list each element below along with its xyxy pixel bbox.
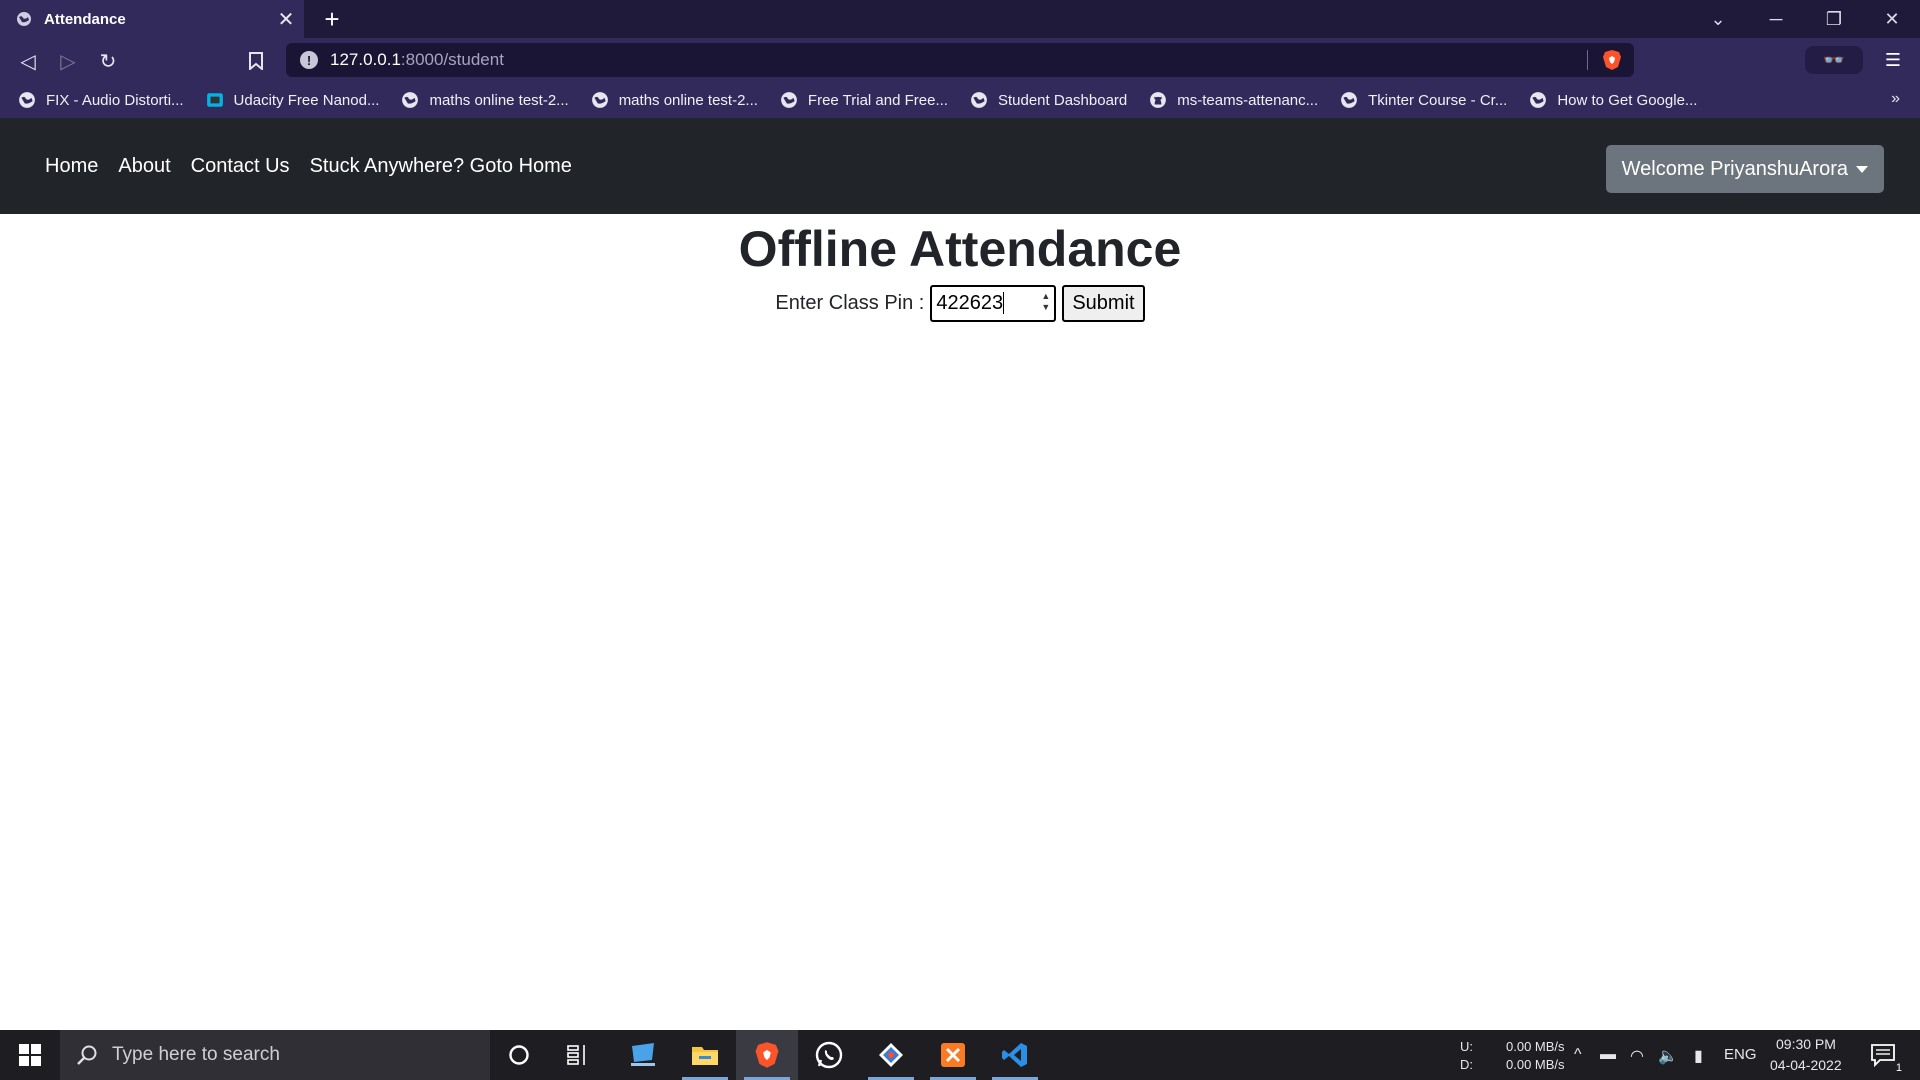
browser-toolbar: ◁ ▷ ↻ ! 127.0.0.1:8000/student 👓 ☰: [0, 38, 1920, 82]
whatsapp-icon[interactable]: [798, 1030, 860, 1080]
submit-button[interactable]: Submit: [1062, 284, 1145, 322]
bookmark-item[interactable]: maths online test-2...: [401, 91, 569, 109]
notifications-icon[interactable]: 1: [1852, 1030, 1914, 1080]
restore-icon[interactable]: ❐: [1806, 0, 1862, 38]
brave-shields-icon[interactable]: [1602, 49, 1622, 71]
tab-title: Attendance: [44, 10, 126, 28]
wifi-icon[interactable]: ◠: [1630, 1046, 1644, 1066]
battery-icon[interactable]: ▮: [1694, 1046, 1703, 1066]
search-placeholder: Type here to search: [112, 1044, 280, 1065]
clock-time[interactable]: 09:30 PM: [1776, 1036, 1836, 1052]
main-content: Offline Attendance Enter Class Pin : 422…: [0, 214, 1920, 326]
udacity-icon: [206, 93, 223, 107]
globe-icon: [971, 92, 987, 108]
site-info-icon[interactable]: !: [300, 51, 318, 69]
search-icon: [77, 1045, 97, 1065]
forward-icon[interactable]: ▷: [52, 45, 84, 77]
net-down-label: D:: [1460, 1057, 1473, 1072]
cortana-icon[interactable]: [488, 1030, 550, 1080]
vscode-icon[interactable]: [984, 1030, 1046, 1080]
language-indicator[interactable]: ENG: [1724, 1046, 1757, 1063]
net-up-label: U:: [1460, 1039, 1473, 1054]
text-cursor: [1003, 292, 1005, 314]
bookmark-item[interactable]: Tkinter Course - Cr...: [1340, 91, 1507, 109]
class-pin-input[interactable]: 422623 ▲ ▼: [930, 284, 1057, 322]
address-bar[interactable]: ! 127.0.0.1:8000/student: [286, 43, 1634, 77]
reload-icon[interactable]: ↻: [92, 45, 124, 77]
windows-start-icon[interactable]: [0, 1030, 60, 1080]
notification-count: 1: [1893, 1062, 1904, 1074]
url-divider: [1587, 50, 1588, 70]
globe-icon: [1341, 92, 1358, 108]
git-kraken-icon[interactable]: [860, 1030, 922, 1080]
net-up-speed: 0.00 MB/s: [1506, 1039, 1565, 1054]
welcome-dropdown[interactable]: Welcome PriyanshuArora: [1605, 145, 1884, 193]
globe-icon: [1530, 92, 1547, 108]
pin-value: 422623: [936, 291, 1004, 314]
bookmark-item[interactable]: ms-teams-attenanc...: [1149, 91, 1318, 109]
volume-icon[interactable]: 🔈: [1658, 1046, 1678, 1066]
tab-strip: Attendance ✕ + ⌄ ─ ❐ ✕: [0, 0, 1920, 38]
number-spinner-icon[interactable]: ▲ ▼: [1041, 291, 1050, 313]
url-text: 127.0.0.1:8000/student: [330, 50, 504, 69]
back-icon[interactable]: ◁: [12, 45, 44, 77]
bookmark-item[interactable]: Student Dashboard: [970, 91, 1127, 109]
globe-icon: [402, 92, 419, 108]
close-tab-icon[interactable]: ✕: [268, 0, 304, 38]
remote-desktop-icon[interactable]: [612, 1030, 674, 1080]
bookmark-item[interactable]: Udacity Free Nanod...: [206, 91, 379, 109]
file-explorer-icon[interactable]: [674, 1030, 736, 1080]
battery-tray-icon[interactable]: ▬: [1600, 1046, 1616, 1064]
minimize-icon[interactable]: ─: [1748, 0, 1804, 38]
globe-icon: [781, 92, 797, 108]
tray-chevron-up-icon[interactable]: ^: [1574, 1046, 1582, 1064]
glasses-extension-icon[interactable]: 👓: [1805, 46, 1863, 74]
bookmark-item[interactable]: How to Get Google...: [1529, 91, 1697, 109]
nav-home[interactable]: Home: [45, 155, 98, 178]
pin-form: Enter Class Pin : 422623 ▲ ▼ Submit: [0, 280, 1920, 326]
globe-icon: [591, 92, 608, 108]
nav-about[interactable]: About: [118, 155, 170, 178]
menu-icon[interactable]: ☰: [1876, 46, 1910, 74]
globe-icon: [19, 92, 35, 108]
clock-date[interactable]: 04-04-2022: [1770, 1057, 1842, 1073]
bookmark-item[interactable]: maths online test-2...: [591, 91, 758, 109]
bookmarks-bar: FIX - Audio Distorti... Udacity Free Nan…: [0, 82, 1920, 118]
nav-goto-home[interactable]: Stuck Anywhere? Goto Home: [310, 155, 572, 178]
task-view-icon[interactable]: [548, 1030, 610, 1080]
welcome-label: Welcome PriyanshuArora: [1621, 157, 1848, 180]
tab-attendance[interactable]: Attendance ✕: [0, 0, 304, 38]
pin-label: Enter Class Pin :: [775, 291, 925, 314]
site-navbar: Home About Contact Us Stuck Anywhere? Go…: [0, 118, 1920, 214]
tab-search-chevron-icon[interactable]: ⌄: [1690, 0, 1746, 38]
github-icon: [1150, 92, 1167, 108]
close-window-icon[interactable]: ✕: [1864, 0, 1920, 38]
more-bookmarks-icon[interactable]: »: [1891, 90, 1900, 108]
taskbar: Type here to search U: D: 0.00 MB/s 0.00…: [0, 1030, 1920, 1080]
page-title: Offline Attendance: [738, 221, 1182, 277]
new-tab-button[interactable]: +: [316, 3, 348, 35]
nav-contact[interactable]: Contact Us: [191, 155, 290, 178]
caret-down-icon: [1856, 165, 1868, 173]
xampp-icon[interactable]: [922, 1030, 984, 1080]
bookmark-item[interactable]: FIX - Audio Distorti...: [18, 91, 184, 109]
brave-browser-icon[interactable]: [736, 1030, 798, 1080]
taskbar-search[interactable]: Type here to search: [60, 1030, 490, 1080]
bookmark-icon[interactable]: [240, 45, 272, 77]
bookmark-item[interactable]: Free Trial and Free...: [780, 91, 948, 109]
net-down-speed: 0.00 MB/s: [1506, 1057, 1565, 1072]
globe-icon: [17, 12, 31, 26]
